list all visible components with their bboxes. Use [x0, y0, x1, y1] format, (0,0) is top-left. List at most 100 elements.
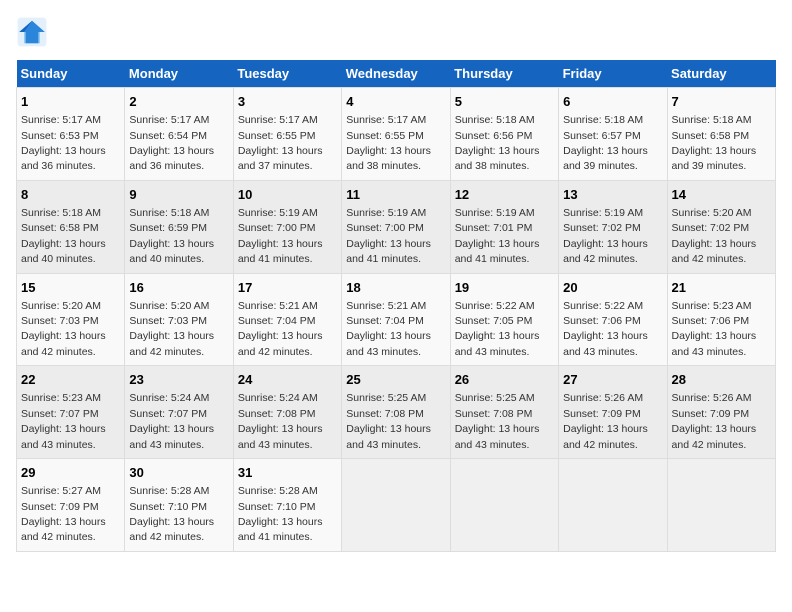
day-number: 3	[238, 93, 337, 111]
calendar-day-cell	[559, 459, 667, 552]
calendar-day-cell: 1 Sunrise: 5:17 AMSunset: 6:53 PMDayligh…	[17, 88, 125, 181]
calendar-day-cell: 29 Sunrise: 5:27 AMSunset: 7:09 PMDaylig…	[17, 459, 125, 552]
calendar-table: SundayMondayTuesdayWednesdayThursdayFrid…	[16, 60, 776, 552]
calendar-day-cell: 20 Sunrise: 5:22 AMSunset: 7:06 PMDaylig…	[559, 273, 667, 366]
calendar-day-cell: 9 Sunrise: 5:18 AMSunset: 6:59 PMDayligh…	[125, 180, 233, 273]
day-number: 22	[21, 371, 120, 389]
calendar-day-cell: 7 Sunrise: 5:18 AMSunset: 6:58 PMDayligh…	[667, 88, 775, 181]
day-header: Monday	[125, 60, 233, 88]
day-info: Sunrise: 5:19 AMSunset: 7:00 PMDaylight:…	[346, 207, 431, 265]
day-number: 16	[129, 279, 228, 297]
day-number: 9	[129, 186, 228, 204]
day-info: Sunrise: 5:22 AMSunset: 7:05 PMDaylight:…	[455, 300, 540, 358]
day-info: Sunrise: 5:17 AMSunset: 6:55 PMDaylight:…	[346, 114, 431, 172]
calendar-day-cell: 12 Sunrise: 5:19 AMSunset: 7:01 PMDaylig…	[450, 180, 558, 273]
day-number: 30	[129, 464, 228, 482]
day-number: 14	[672, 186, 771, 204]
day-number: 24	[238, 371, 337, 389]
day-info: Sunrise: 5:28 AMSunset: 7:10 PMDaylight:…	[238, 485, 323, 543]
day-number: 13	[563, 186, 662, 204]
day-number: 18	[346, 279, 445, 297]
calendar-week-row: 22 Sunrise: 5:23 AMSunset: 7:07 PMDaylig…	[17, 366, 776, 459]
logo	[16, 16, 52, 48]
day-number: 19	[455, 279, 554, 297]
day-info: Sunrise: 5:26 AMSunset: 7:09 PMDaylight:…	[672, 392, 757, 450]
day-number: 25	[346, 371, 445, 389]
day-header: Wednesday	[342, 60, 450, 88]
day-number: 4	[346, 93, 445, 111]
day-info: Sunrise: 5:27 AMSunset: 7:09 PMDaylight:…	[21, 485, 106, 543]
day-info: Sunrise: 5:23 AMSunset: 7:06 PMDaylight:…	[672, 300, 757, 358]
day-number: 29	[21, 464, 120, 482]
calendar-day-cell: 22 Sunrise: 5:23 AMSunset: 7:07 PMDaylig…	[17, 366, 125, 459]
day-number: 31	[238, 464, 337, 482]
day-number: 23	[129, 371, 228, 389]
calendar-week-row: 1 Sunrise: 5:17 AMSunset: 6:53 PMDayligh…	[17, 88, 776, 181]
day-header: Saturday	[667, 60, 775, 88]
day-info: Sunrise: 5:18 AMSunset: 6:58 PMDaylight:…	[672, 114, 757, 172]
header-row: SundayMondayTuesdayWednesdayThursdayFrid…	[17, 60, 776, 88]
day-info: Sunrise: 5:17 AMSunset: 6:55 PMDaylight:…	[238, 114, 323, 172]
day-info: Sunrise: 5:21 AMSunset: 7:04 PMDaylight:…	[346, 300, 431, 358]
day-number: 10	[238, 186, 337, 204]
day-info: Sunrise: 5:28 AMSunset: 7:10 PMDaylight:…	[129, 485, 214, 543]
day-number: 27	[563, 371, 662, 389]
calendar-day-cell: 30 Sunrise: 5:28 AMSunset: 7:10 PMDaylig…	[125, 459, 233, 552]
day-info: Sunrise: 5:18 AMSunset: 6:57 PMDaylight:…	[563, 114, 648, 172]
calendar-day-cell: 26 Sunrise: 5:25 AMSunset: 7:08 PMDaylig…	[450, 366, 558, 459]
day-number: 2	[129, 93, 228, 111]
calendar-day-cell: 8 Sunrise: 5:18 AMSunset: 6:58 PMDayligh…	[17, 180, 125, 273]
calendar-day-cell: 18 Sunrise: 5:21 AMSunset: 7:04 PMDaylig…	[342, 273, 450, 366]
day-number: 15	[21, 279, 120, 297]
calendar-day-cell: 2 Sunrise: 5:17 AMSunset: 6:54 PMDayligh…	[125, 88, 233, 181]
day-number: 26	[455, 371, 554, 389]
calendar-week-row: 8 Sunrise: 5:18 AMSunset: 6:58 PMDayligh…	[17, 180, 776, 273]
day-info: Sunrise: 5:18 AMSunset: 6:56 PMDaylight:…	[455, 114, 540, 172]
logo-icon	[16, 16, 48, 48]
day-info: Sunrise: 5:20 AMSunset: 7:03 PMDaylight:…	[129, 300, 214, 358]
day-number: 12	[455, 186, 554, 204]
calendar-day-cell: 25 Sunrise: 5:25 AMSunset: 7:08 PMDaylig…	[342, 366, 450, 459]
day-info: Sunrise: 5:18 AMSunset: 6:58 PMDaylight:…	[21, 207, 106, 265]
calendar-day-cell: 4 Sunrise: 5:17 AMSunset: 6:55 PMDayligh…	[342, 88, 450, 181]
calendar-day-cell: 28 Sunrise: 5:26 AMSunset: 7:09 PMDaylig…	[667, 366, 775, 459]
calendar-day-cell: 15 Sunrise: 5:20 AMSunset: 7:03 PMDaylig…	[17, 273, 125, 366]
day-number: 8	[21, 186, 120, 204]
day-number: 28	[672, 371, 771, 389]
day-info: Sunrise: 5:22 AMSunset: 7:06 PMDaylight:…	[563, 300, 648, 358]
day-number: 17	[238, 279, 337, 297]
day-info: Sunrise: 5:19 AMSunset: 7:02 PMDaylight:…	[563, 207, 648, 265]
day-header: Tuesday	[233, 60, 341, 88]
day-number: 20	[563, 279, 662, 297]
calendar-day-cell	[667, 459, 775, 552]
calendar-day-cell	[342, 459, 450, 552]
calendar-day-cell: 23 Sunrise: 5:24 AMSunset: 7:07 PMDaylig…	[125, 366, 233, 459]
calendar-day-cell: 31 Sunrise: 5:28 AMSunset: 7:10 PMDaylig…	[233, 459, 341, 552]
calendar-day-cell: 21 Sunrise: 5:23 AMSunset: 7:06 PMDaylig…	[667, 273, 775, 366]
day-info: Sunrise: 5:26 AMSunset: 7:09 PMDaylight:…	[563, 392, 648, 450]
day-number: 5	[455, 93, 554, 111]
calendar-day-cell: 11 Sunrise: 5:19 AMSunset: 7:00 PMDaylig…	[342, 180, 450, 273]
day-info: Sunrise: 5:20 AMSunset: 7:03 PMDaylight:…	[21, 300, 106, 358]
calendar-day-cell: 13 Sunrise: 5:19 AMSunset: 7:02 PMDaylig…	[559, 180, 667, 273]
day-number: 11	[346, 186, 445, 204]
day-info: Sunrise: 5:25 AMSunset: 7:08 PMDaylight:…	[455, 392, 540, 450]
calendar-day-cell: 24 Sunrise: 5:24 AMSunset: 7:08 PMDaylig…	[233, 366, 341, 459]
day-info: Sunrise: 5:20 AMSunset: 7:02 PMDaylight:…	[672, 207, 757, 265]
calendar-day-cell: 17 Sunrise: 5:21 AMSunset: 7:04 PMDaylig…	[233, 273, 341, 366]
calendar-day-cell: 27 Sunrise: 5:26 AMSunset: 7:09 PMDaylig…	[559, 366, 667, 459]
day-info: Sunrise: 5:19 AMSunset: 7:00 PMDaylight:…	[238, 207, 323, 265]
day-info: Sunrise: 5:18 AMSunset: 6:59 PMDaylight:…	[129, 207, 214, 265]
day-number: 21	[672, 279, 771, 297]
day-info: Sunrise: 5:23 AMSunset: 7:07 PMDaylight:…	[21, 392, 106, 450]
day-header: Sunday	[17, 60, 125, 88]
calendar-week-row: 29 Sunrise: 5:27 AMSunset: 7:09 PMDaylig…	[17, 459, 776, 552]
calendar-day-cell: 14 Sunrise: 5:20 AMSunset: 7:02 PMDaylig…	[667, 180, 775, 273]
calendar-day-cell: 10 Sunrise: 5:19 AMSunset: 7:00 PMDaylig…	[233, 180, 341, 273]
day-info: Sunrise: 5:21 AMSunset: 7:04 PMDaylight:…	[238, 300, 323, 358]
day-info: Sunrise: 5:17 AMSunset: 6:54 PMDaylight:…	[129, 114, 214, 172]
day-header: Friday	[559, 60, 667, 88]
calendar-day-cell: 5 Sunrise: 5:18 AMSunset: 6:56 PMDayligh…	[450, 88, 558, 181]
day-info: Sunrise: 5:17 AMSunset: 6:53 PMDaylight:…	[21, 114, 106, 172]
page-header	[16, 16, 776, 48]
